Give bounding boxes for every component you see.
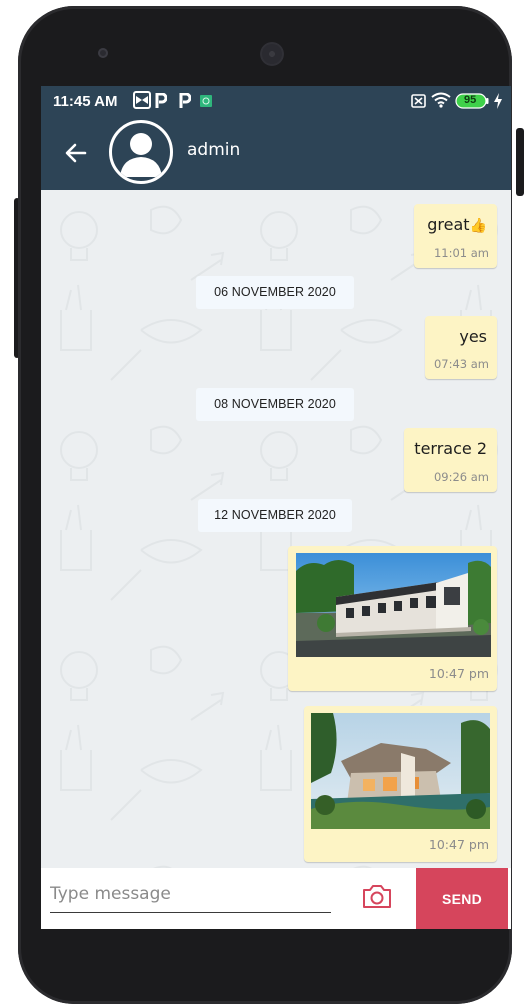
back-arrow-icon[interactable] <box>63 140 89 166</box>
contact-avatar[interactable] <box>109 120 173 184</box>
power-button <box>516 128 524 196</box>
message-time: 10:47 pm <box>428 837 489 852</box>
camera-icon[interactable] <box>361 881 393 911</box>
message-time: 07:43 am <box>433 357 489 371</box>
parking-p-icon <box>155 92 168 113</box>
chat-header: admin <box>41 116 511 190</box>
date-separator: 06 NOVEMBER 2020 <box>196 276 354 309</box>
message-bubble-outgoing[interactable]: great👍 11:01 am <box>414 204 497 268</box>
message-text: great👍 <box>427 215 487 234</box>
message-input[interactable] <box>50 876 331 913</box>
image-message-bubble[interactable]: 10:47 pm <box>288 546 497 691</box>
app-screen: 11:45 AM 95 admin great👍 11:01 am 06 NOV… <box>41 86 511 929</box>
image-modern-house[interactable] <box>311 713 490 829</box>
message-text: yes <box>459 327 487 346</box>
image-terrace-houses[interactable] <box>296 553 491 657</box>
sim-icon <box>411 94 426 112</box>
battery-level: 95 <box>464 94 477 106</box>
message-bubble-outgoing[interactable]: yes 07:43 am <box>425 316 497 379</box>
message-time: 10:47 pm <box>428 666 489 681</box>
status-bar: 11:45 AM 95 <box>41 86 511 116</box>
message-bubble-outgoing[interactable]: terrace 2 09:26 am <box>404 428 497 492</box>
message-list[interactable]: great👍 11:01 am 06 NOVEMBER 2020 yes 07:… <box>41 190 511 868</box>
parking-p-icon <box>179 92 192 113</box>
message-text: terrace 2 <box>414 439 487 458</box>
photos-icon <box>133 91 151 113</box>
image-message-bubble[interactable]: 10:47 pm <box>304 706 497 862</box>
charging-icon <box>493 92 503 114</box>
date-separator: 12 NOVEMBER 2020 <box>198 499 352 532</box>
message-composer: SEND <box>41 868 511 929</box>
contact-name[interactable]: admin <box>187 140 240 160</box>
front-camera <box>98 48 108 58</box>
wifi-icon <box>431 92 451 112</box>
app-notification-icon <box>200 94 212 111</box>
date-separator: 08 NOVEMBER 2020 <box>196 388 354 421</box>
message-time: 09:26 am <box>433 470 489 484</box>
send-button[interactable]: SEND <box>416 868 508 929</box>
status-time: 11:45 AM <box>53 93 118 110</box>
message-time: 11:01 am <box>433 246 489 260</box>
speaker-grille <box>260 42 284 66</box>
thumbs-up-emoji: 👍 <box>469 218 487 234</box>
